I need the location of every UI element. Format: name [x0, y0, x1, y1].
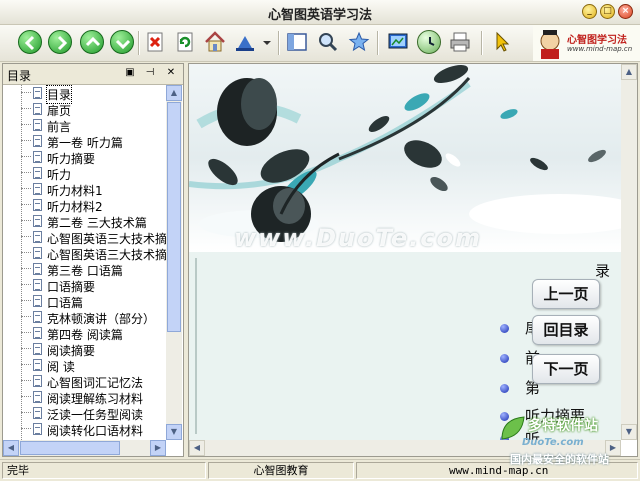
download-icon[interactable]	[110, 30, 134, 54]
document-icon	[33, 215, 42, 227]
next-page-button[interactable]: 下一页	[532, 354, 600, 384]
printer-icon[interactable]	[448, 30, 472, 54]
title-bar: 心智图英语学习法 _ □ ×	[0, 0, 640, 25]
minimize-button[interactable]: _	[582, 4, 597, 19]
toc-tree-item[interactable]: 泛读一任务型阅读	[3, 405, 166, 422]
bullet-icon	[500, 324, 509, 333]
mascot-icon	[540, 30, 560, 59]
toc-panel: 目录 ▣ ⊣ ✕ 目录 扉页 前言 第一卷 听力篇 听力摘要 听力 听力材料1 听力材料2 第二…	[2, 63, 184, 457]
brand-logo-url: www.mind-map.cn	[567, 45, 633, 53]
toc-tree: 目录 扉页 前言 第一卷 听力篇 听力摘要 听力 听力材料1 听力材料2 第二卷 三大技术篇 心智…	[3, 85, 166, 440]
forward-icon[interactable]	[48, 30, 72, 54]
toc-panel-header: 目录 ▣ ⊣ ✕	[3, 64, 183, 85]
document-icon	[33, 263, 42, 275]
status-left: 完毕	[2, 462, 206, 479]
home-icon[interactable]	[203, 30, 227, 54]
toc-tree-item[interactable]: 听力	[3, 165, 166, 182]
toc-tree-item[interactable]: 阅 读	[3, 357, 166, 374]
panel-float-icon[interactable]: ▣	[124, 67, 136, 79]
document-icon	[33, 311, 42, 323]
screen-icon[interactable]	[386, 30, 410, 54]
document-icon	[33, 375, 42, 387]
print-preview-icon[interactable]	[233, 30, 257, 54]
watermark: www.DuoTe.com	[234, 224, 482, 252]
toc-tree-item-label: 阅读转化口语材料	[47, 424, 144, 438]
bullet-icon	[500, 384, 509, 393]
document-icon	[33, 151, 42, 163]
toc-tree-item[interactable]: 口语摘要	[3, 277, 166, 294]
toc-tree-item[interactable]: 心智图英语三大技术摘	[3, 245, 166, 262]
toc-panel-title: 目录	[7, 69, 32, 83]
toc-horizontal-scrollbar[interactable]: ◀ ▶	[3, 440, 166, 456]
toc-scroll-thumb[interactable]	[167, 102, 181, 332]
toc-tree-item[interactable]: 心智图词汇记忆法	[3, 373, 166, 390]
site-badge-name: 多特软件站	[528, 418, 598, 434]
site-badge: 多特软件站 DuoTe.com 国内最安全的软件站	[498, 413, 638, 479]
toc-tree-item[interactable]: 前言	[3, 117, 166, 134]
content-vertical-scrollbar[interactable]: ▲ ▼	[621, 64, 637, 440]
window-title: 心智图英语学习法	[267, 8, 372, 23]
toc-tree-item[interactable]: 第一卷 听力篇	[3, 133, 166, 150]
up-icon[interactable]	[80, 30, 104, 54]
toc-tree-item[interactable]: 听力材料1	[3, 181, 166, 198]
document-icon	[33, 231, 42, 243]
document-icon	[33, 343, 42, 355]
brand-logo: 心智图学习法 www.mind-map.cn	[533, 25, 640, 61]
stop-icon[interactable]	[143, 30, 167, 54]
site-badge-domain: DuoTe.com	[522, 437, 584, 448]
prev-page-button[interactable]: 上一页	[532, 279, 600, 309]
site-badge-slogan: 国内最安全的软件站	[510, 453, 609, 466]
panel-close-icon[interactable]: ✕	[165, 67, 177, 79]
back-to-toc-button[interactable]: 回目录	[532, 315, 600, 345]
panel-pin-icon[interactable]: ⊣	[144, 67, 156, 79]
toc-tree-item[interactable]: 第四卷 阅读篇	[3, 325, 166, 342]
document-icon	[33, 87, 42, 99]
document-icon	[33, 423, 42, 435]
document-icon	[33, 135, 42, 147]
toc-tree-item[interactable]: 口语篇	[3, 293, 166, 310]
document-icon	[33, 103, 42, 115]
document-icon	[33, 279, 42, 291]
toc-tree-item[interactable]: 阅读转化口语材料	[3, 421, 166, 438]
toc-hscroll-thumb[interactable]	[20, 441, 120, 455]
document-icon	[33, 119, 42, 131]
document-icon	[33, 391, 42, 403]
document-icon	[33, 167, 42, 179]
toc-icon[interactable]	[285, 30, 309, 54]
document-icon	[33, 247, 42, 259]
toc-tree-item[interactable]: 阅读摘要	[3, 341, 166, 358]
content-pane: www.DuoTe.com 录 扉 前 第 听力摘要 听 上一页 回目录 下一页…	[188, 63, 638, 457]
status-middle: 心智图教育	[208, 462, 354, 479]
document-icon	[33, 199, 42, 211]
document-icon	[33, 183, 42, 195]
toc-heading-fragment: 录	[595, 262, 611, 280]
document-icon	[33, 327, 42, 339]
history-icon[interactable]	[417, 30, 441, 54]
banner-image: www.DuoTe.com	[189, 64, 637, 252]
favorites-icon[interactable]	[347, 30, 371, 54]
close-button[interactable]: ×	[618, 4, 633, 19]
toc-tree-item[interactable]: 心智图英语三大技术摘	[3, 229, 166, 246]
back-icon[interactable]	[18, 30, 42, 54]
toc-tree-item[interactable]: 第三卷 口语篇	[3, 261, 166, 278]
brand-logo-text: 心智图学习法	[567, 35, 627, 46]
toc-tree-item[interactable]: 目录	[3, 85, 166, 104]
cursor-icon[interactable]	[490, 30, 514, 54]
document-icon	[33, 407, 42, 419]
toc-tree-item[interactable]: 阅读理解练习材料	[3, 389, 166, 406]
maximize-button[interactable]: □	[600, 4, 615, 19]
refresh-icon[interactable]	[173, 30, 197, 54]
toc-tree-item[interactable]: 扉页	[3, 101, 166, 118]
toc-tree-item[interactable]: 第二卷 三大技术篇	[3, 213, 166, 230]
document-icon	[33, 359, 42, 371]
toc-tree-item[interactable]: 听力材料2	[3, 197, 166, 214]
toc-tree-item[interactable]: 克林顿演讲（部分）	[3, 309, 166, 326]
dropdown-icon[interactable]	[261, 30, 273, 54]
search-icon[interactable]	[316, 30, 340, 54]
page-body: 录 扉 前 第 听力摘要 听 上一页 回目录 下一页	[189, 252, 621, 448]
document-icon	[33, 295, 42, 307]
toc-vertical-scrollbar[interactable]: ▲ ▼	[166, 85, 182, 440]
bullet-icon	[500, 354, 509, 363]
toc-tree-item[interactable]: 听力摘要	[3, 149, 166, 166]
